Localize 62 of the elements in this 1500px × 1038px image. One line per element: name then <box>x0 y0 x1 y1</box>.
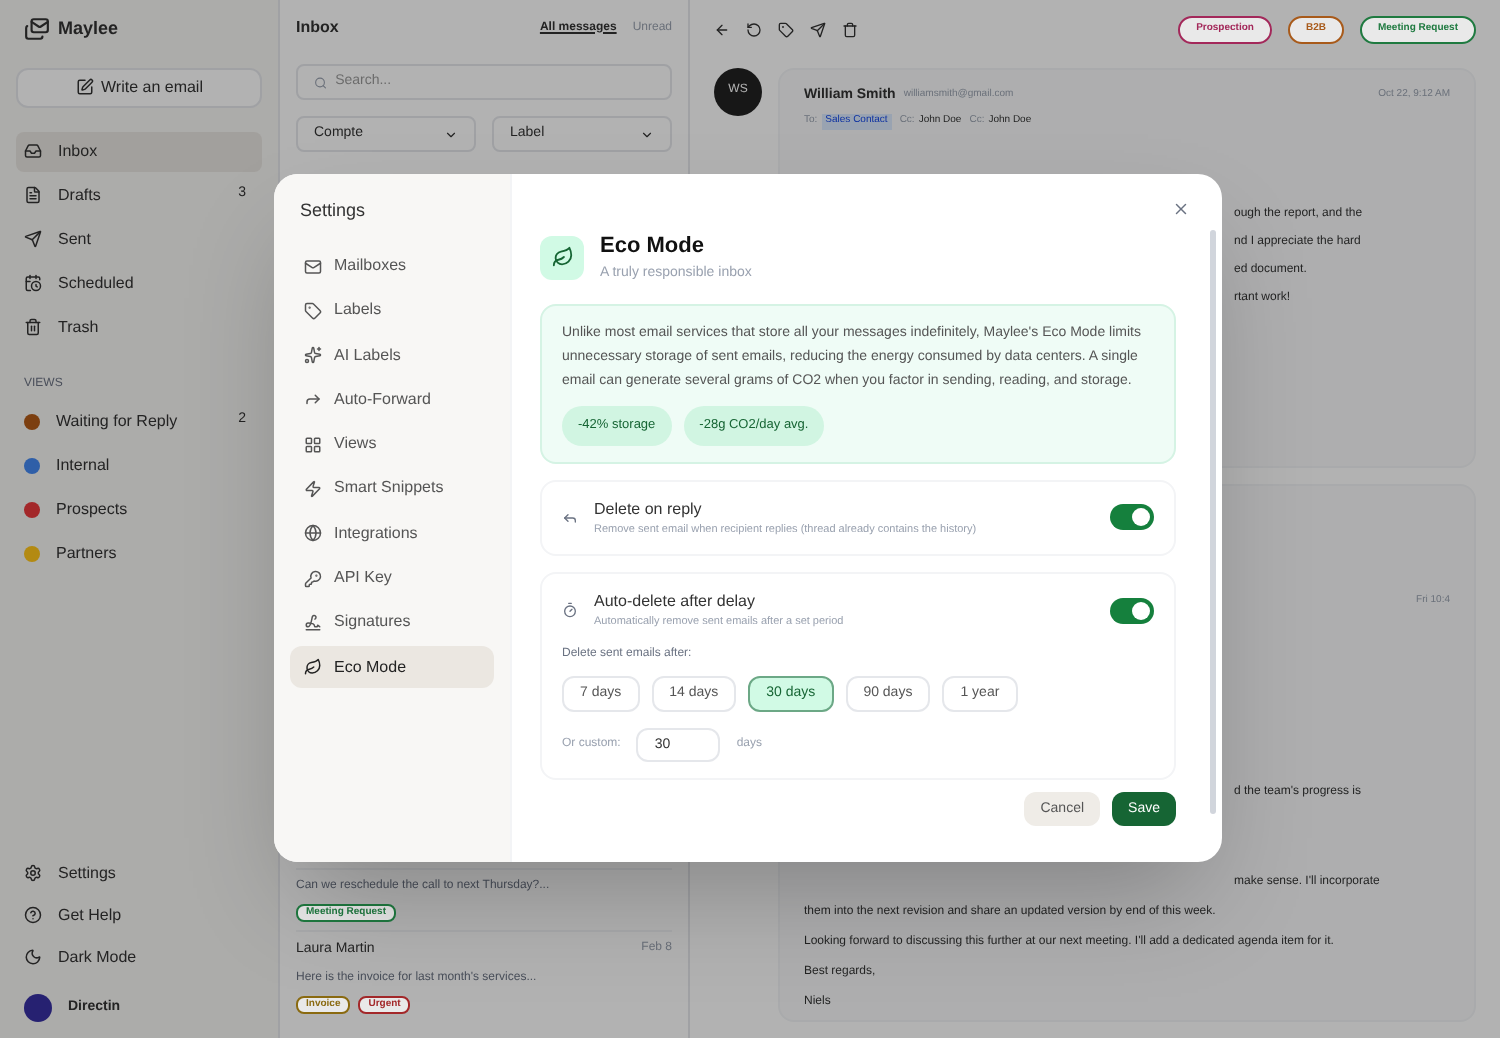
view-item[interactable]: Prospects <box>16 489 262 529</box>
view-item[interactable]: Internal <box>16 445 262 485</box>
timer-icon <box>562 602 578 619</box>
toggle-switch[interactable] <box>1110 504 1154 531</box>
pencil-icon <box>75 78 93 96</box>
settings-nav-item[interactable]: Auto-Forward <box>290 378 494 421</box>
leaf-icon <box>551 246 573 268</box>
forward-arrow-icon <box>304 390 322 409</box>
key-icon <box>304 569 322 588</box>
trash-icon <box>24 318 42 336</box>
close-icon[interactable] <box>1172 200 1190 218</box>
settings-nav-item[interactable]: AI Labels <box>290 334 494 377</box>
globe-icon <box>304 524 322 543</box>
bolt-icon <box>304 479 322 498</box>
settings-title: Settings <box>300 198 368 224</box>
list-title: Inbox <box>296 16 341 40</box>
settings-nav-item[interactable]: Smart Snippets <box>290 467 494 510</box>
nav-item[interactable]: Scheduled <box>16 263 262 303</box>
send-icon[interactable] <box>810 21 826 38</box>
menu-item[interactable]: Settings <box>16 852 262 894</box>
toggle-switch[interactable] <box>1110 597 1154 624</box>
settings-nav-item[interactable]: Labels <box>290 289 494 332</box>
document-icon <box>24 186 42 204</box>
option-title: Delete on reply <box>594 497 704 522</box>
view-item[interactable]: Partners <box>16 533 262 573</box>
settings-icon <box>24 864 42 882</box>
nav-item[interactable]: Sent <box>16 219 262 259</box>
page-title: Eco Mode <box>600 232 706 262</box>
mail-icon <box>304 257 322 275</box>
send-icon <box>24 230 42 248</box>
app-name: Maylee <box>58 16 119 42</box>
settings-nav-item[interactable]: Integrations <box>290 512 494 555</box>
grid-icon <box>304 435 322 454</box>
refresh-icon[interactable] <box>746 21 762 38</box>
back-arrow-icon[interactable] <box>714 21 730 38</box>
menu-item[interactable]: Get Help <box>16 894 262 936</box>
inbox-icon <box>24 142 42 160</box>
nav-item[interactable]: Inbox <box>16 131 262 171</box>
chevron-icon <box>444 127 458 141</box>
leaf-icon <box>304 658 322 677</box>
settings-nav-item[interactable]: Views <box>290 423 494 466</box>
tag-icon <box>304 301 322 320</box>
sparkles-icon <box>304 346 322 365</box>
signature-icon <box>304 613 322 632</box>
logo-icon <box>24 16 50 43</box>
tag-icon[interactable] <box>778 21 794 38</box>
trash-icon[interactable] <box>842 21 858 38</box>
reply-icon <box>562 509 578 526</box>
search-icon <box>314 75 328 89</box>
calendar-icon <box>24 274 42 292</box>
option-title: Auto-delete after delay <box>594 590 757 614</box>
help-icon <box>24 906 42 924</box>
compose-button[interactable]: Write an email <box>16 67 262 107</box>
avatar <box>24 994 52 1022</box>
menu-item[interactable]: Dark Mode <box>16 936 262 978</box>
nav-item[interactable]: Trash <box>16 307 262 347</box>
settings-nav-item[interactable]: Mailboxes <box>290 245 494 287</box>
moon-icon <box>24 948 42 966</box>
settings-nav-item[interactable]: Signatures <box>290 601 494 644</box>
chevron-icon <box>640 127 654 141</box>
settings-nav-item[interactable]: API Key <box>290 557 494 600</box>
settings-nav-item[interactable]: Eco Mode <box>290 646 494 689</box>
